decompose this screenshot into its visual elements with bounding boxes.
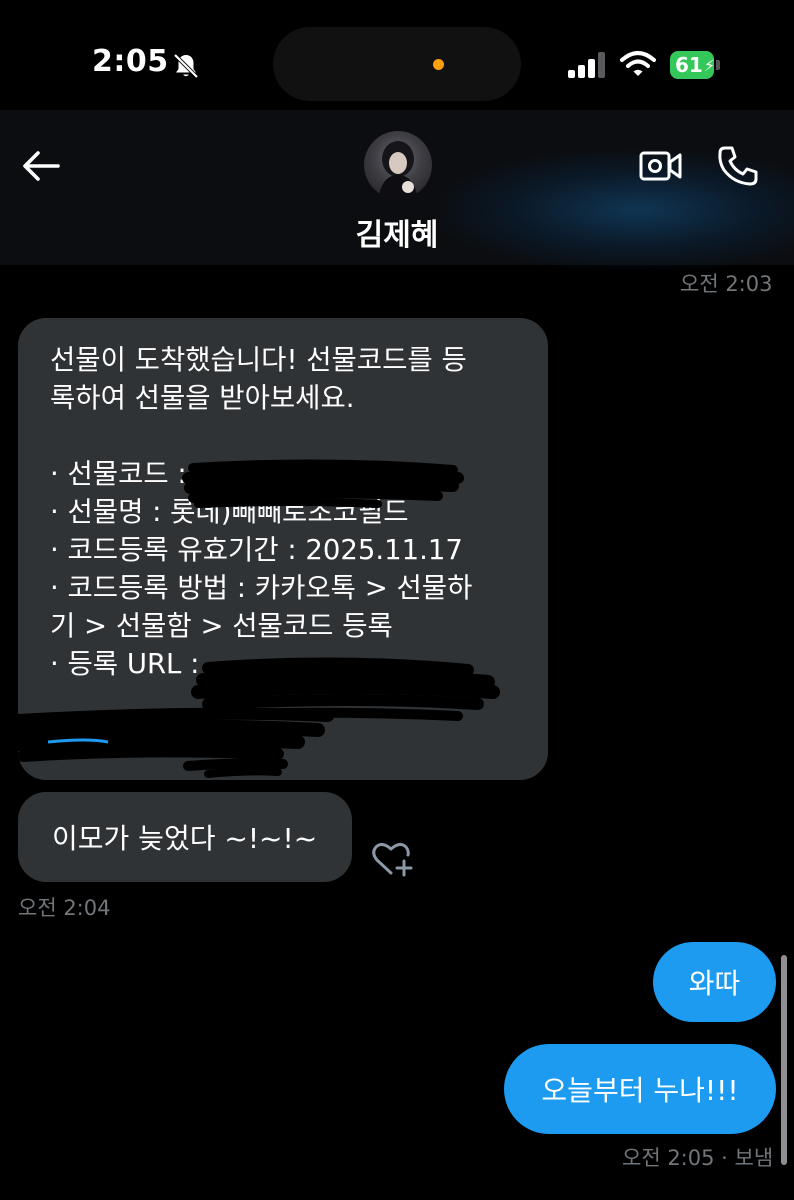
contact-avatar[interactable] — [364, 131, 432, 199]
status-time: 2:05 — [92, 44, 169, 79]
charging-bolt-icon: ⚡ — [703, 55, 716, 75]
heart-plus-icon[interactable] — [371, 840, 413, 878]
message-text: 오늘부터 누나!!! — [541, 1074, 739, 1107]
contact-name[interactable]: 김제혜 — [300, 210, 494, 254]
message-timestamp: 오전 2:03 — [680, 272, 773, 296]
signal-icon — [568, 52, 605, 78]
gift-message-bubble[interactable]: 선물이 도착했습니다! 선물코드를 등 록하여 선물을 받아보세요. · 선물코… — [18, 318, 548, 780]
dynamic-island — [273, 27, 521, 101]
video-call-icon[interactable] — [639, 148, 683, 184]
bell-slash-icon — [173, 53, 199, 79]
sent-message-bubble[interactable]: 와따 — [653, 942, 776, 1022]
sent-timestamp: 오전 2:05 · 보냄 — [622, 1146, 774, 1170]
message-text: 와따 — [688, 967, 741, 1000]
battery-indicator: 61 ⚡ — [670, 51, 716, 79]
received-message-bubble[interactable]: 이모가 늦었다 ~!~!~ — [18, 792, 352, 882]
scrollbar[interactable] — [781, 955, 787, 1165]
redaction-scribble — [18, 459, 500, 778]
message-text: 이모가 늦었다 ~!~!~ — [52, 822, 318, 855]
wifi-icon — [620, 51, 656, 76]
privacy-indicator-dot — [433, 59, 444, 70]
battery-tip — [716, 60, 720, 70]
message-timestamp: 오전 2:04 — [18, 896, 111, 920]
avatar-image — [378, 141, 418, 199]
back-arrow-icon[interactable] — [20, 146, 62, 186]
battery-level: 61 — [675, 53, 703, 77]
sent-message-bubble[interactable]: 오늘부터 누나!!! — [504, 1044, 776, 1134]
phone-icon[interactable] — [716, 144, 760, 188]
